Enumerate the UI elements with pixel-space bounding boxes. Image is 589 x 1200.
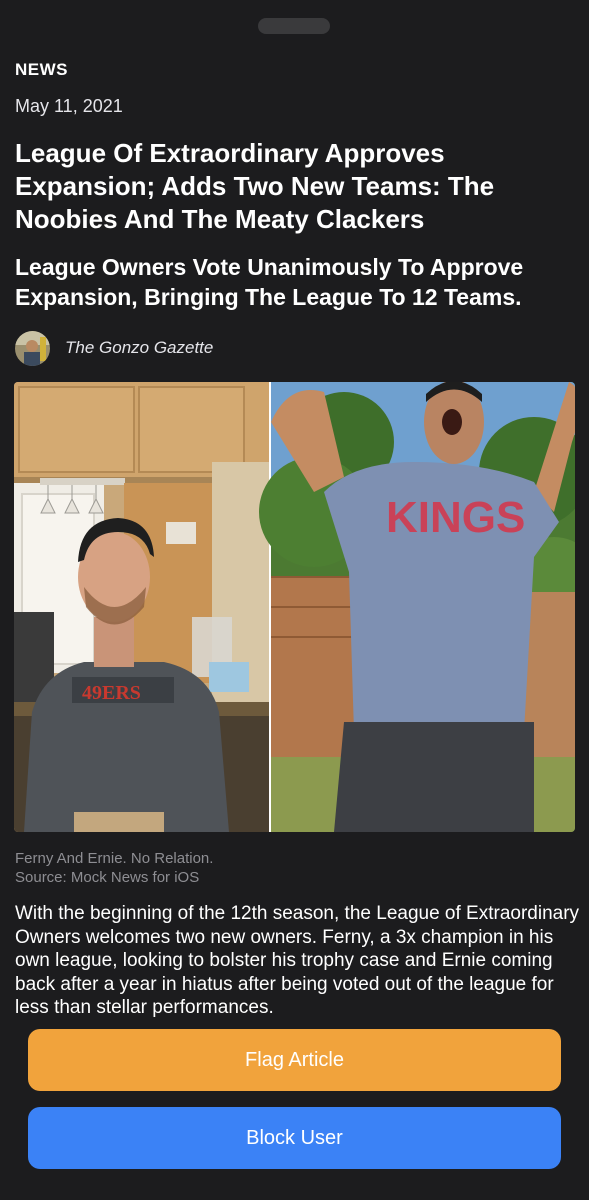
right-shirt-logo: KINGS bbox=[386, 493, 525, 542]
block-user-button[interactable]: Block User bbox=[28, 1107, 561, 1169]
section-label: NEWS bbox=[15, 60, 68, 79]
article-date: May 11, 2021 bbox=[15, 96, 123, 116]
caption-text: Ferny And Ernie. No Relation. bbox=[15, 850, 214, 867]
left-shirt-logo: 49ERS bbox=[82, 682, 141, 704]
caption-source: Source: Mock News for iOS bbox=[15, 869, 200, 886]
article-body: With the beginning of the 12th season, t… bbox=[15, 903, 580, 1018]
flag-article-button[interactable]: Flag Article bbox=[28, 1029, 561, 1091]
byline: The Gonzo Gazette bbox=[15, 330, 213, 366]
article-subheadline: League Owners Vote Unanimously To Approv… bbox=[15, 254, 524, 310]
author-avatar bbox=[15, 330, 50, 366]
author-name[interactable]: The Gonzo Gazette bbox=[65, 338, 213, 358]
sheet-grabber-handle[interactable] bbox=[258, 18, 330, 34]
article-photo: 49ERS KINGS bbox=[14, 382, 575, 832]
photo-caption: Ferny And Ernie. No Relation. Source: Mo… bbox=[15, 849, 213, 887]
article-headline: League Of Extraordinary Approves Expansi… bbox=[15, 138, 495, 234]
